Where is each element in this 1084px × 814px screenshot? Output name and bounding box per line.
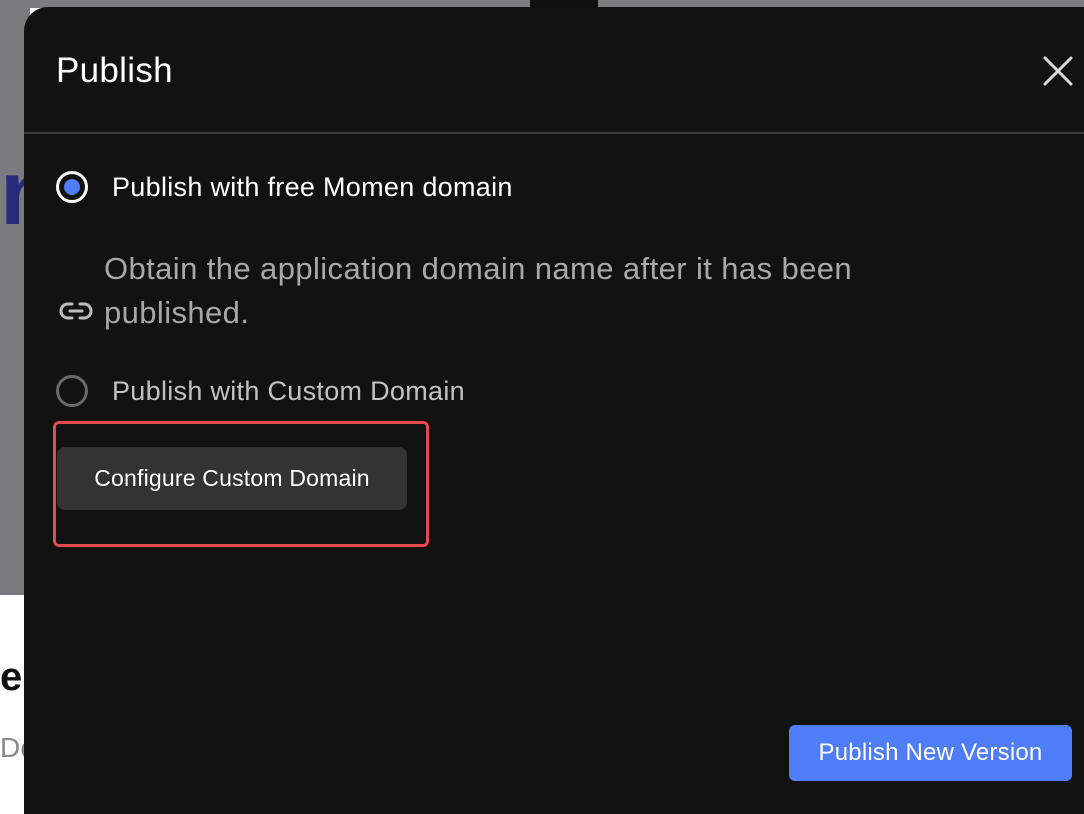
close-button[interactable] (1040, 53, 1076, 89)
option-free-domain[interactable]: Publish with free Momen domain (56, 171, 513, 203)
free-domain-description: Obtain the application domain name after… (56, 247, 956, 335)
free-domain-description-text: Obtain the application domain name after… (104, 251, 853, 330)
dialog-title: Publish (56, 51, 173, 90)
radio-selected-dot (64, 179, 80, 195)
radio-free-domain[interactable] (56, 171, 88, 203)
link-icon (59, 302, 93, 320)
publish-dialog: Publish Publish with free Momen domain O… (24, 7, 1084, 814)
close-icon (1043, 56, 1073, 86)
radio-custom-domain[interactable] (56, 375, 88, 407)
configure-custom-domain-button[interactable]: Configure Custom Domain (57, 447, 407, 510)
option-custom-domain[interactable]: Publish with Custom Domain (56, 375, 465, 407)
option-free-domain-label: Publish with free Momen domain (112, 171, 513, 202)
option-custom-domain-label: Publish with Custom Domain (112, 375, 465, 406)
publish-new-version-button[interactable]: Publish New Version (789, 725, 1072, 781)
dialog-header-divider (24, 132, 1084, 134)
